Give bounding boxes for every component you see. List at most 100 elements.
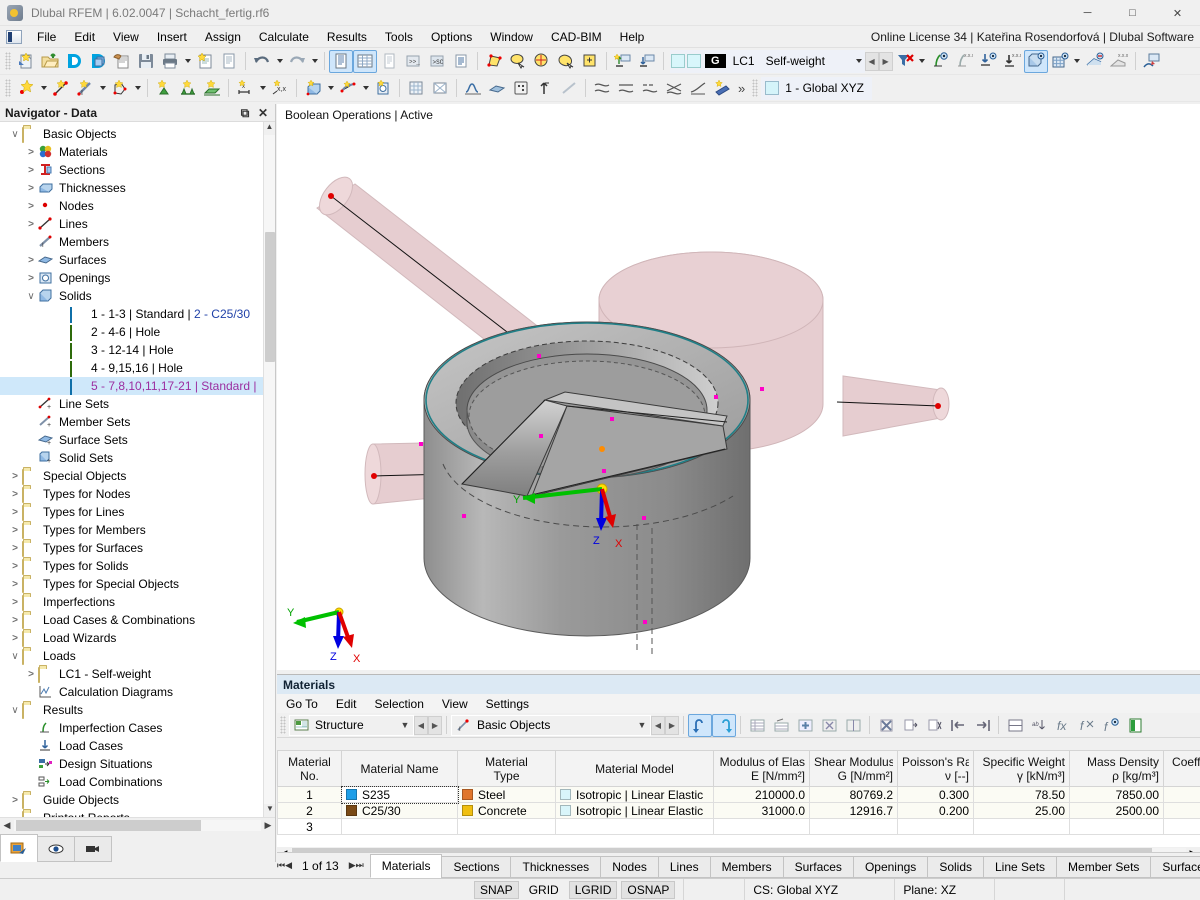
navigator-tab-data[interactable] (0, 834, 38, 862)
tree-twisty-closed-icon[interactable] (24, 273, 38, 284)
objects-stepper[interactable]: ◀ ▶ (651, 715, 679, 735)
navigator-tree[interactable]: Basic Objects Materials Sections Thicknesse… (0, 122, 275, 817)
hscroll-left-arrow[interactable]: ◀ (0, 820, 14, 831)
dimension-icon[interactable]: x (233, 77, 257, 100)
copy-row-icon[interactable] (898, 714, 922, 737)
hide-imperfections-icon[interactable]: x.x.x (952, 50, 976, 73)
coordinate-system-status[interactable]: CS: Global XYZ (745, 878, 896, 900)
delete-row-icon[interactable] (817, 714, 841, 737)
cell-coeff-thermal-expansion[interactable]: 0.000012 (1163, 786, 1200, 803)
load-case-next-button[interactable]: ▶ (878, 51, 893, 71)
undo-dropdown-arrow[interactable] (274, 50, 285, 73)
align-5-icon[interactable] (686, 77, 710, 100)
cell-material-name[interactable]: S235 (340, 785, 459, 804)
function-icon[interactable]: fx (1051, 714, 1075, 737)
tree-twisty-closed-icon[interactable] (8, 561, 22, 572)
save-icon[interactable] (134, 50, 158, 73)
toolbar-grip[interactable] (5, 52, 11, 70)
cut-row-icon[interactable] (922, 714, 946, 737)
materials-table-wrapper[interactable]: Material No. Material Name Material Type (277, 750, 1200, 847)
redo-dropdown-arrow[interactable] (309, 50, 320, 73)
surface-support-icon[interactable] (200, 77, 224, 100)
tree-twisty-open-icon[interactable] (24, 291, 38, 302)
tree-item-load-cases-combinations[interactable]: Load Cases & Combinations (0, 611, 275, 629)
menu-insert[interactable]: Insert (148, 28, 196, 46)
chevron-down-icon[interactable]: ▼ (634, 720, 650, 730)
tree-twisty-closed-icon[interactable] (8, 597, 22, 608)
tree-item-loads[interactable]: Loads (0, 647, 275, 665)
tree-item-types-for-solids[interactable]: Types for Solids (0, 557, 275, 575)
structure-stepper[interactable]: ◀ ▶ (414, 715, 442, 735)
fe-mesh-icon[interactable] (428, 77, 452, 100)
toolbar-overflow-button[interactable]: » (734, 81, 749, 96)
load-case-name[interactable]: Self-weight (762, 54, 854, 68)
tree-twisty-closed-icon[interactable] (8, 489, 22, 500)
results-surface-icon[interactable] (485, 77, 509, 100)
new-solid-icon[interactable] (301, 77, 325, 100)
new-solid-set-icon[interactable] (336, 77, 360, 100)
tree-item-calculation-diagrams[interactable]: Calculation Diagrams (0, 683, 275, 701)
scroll-up-arrow[interactable]: ▲ (264, 122, 275, 135)
maximize-button[interactable]: □ (1110, 0, 1155, 26)
undo-icon[interactable] (250, 50, 274, 73)
model-wizard-icon[interactable] (86, 50, 110, 73)
cell-mass-density[interactable]: 7850.00 (1069, 786, 1164, 803)
excel-export-icon[interactable] (1123, 714, 1147, 737)
row-options-icon[interactable] (841, 714, 865, 737)
tree-item-load-combinations[interactable]: Load Combinations (0, 773, 275, 791)
col-shear-modulus[interactable]: Shear Modulus G [N/mm²] (809, 750, 898, 787)
select-special-icon[interactable] (578, 50, 602, 73)
line-tool-icon[interactable] (557, 77, 581, 100)
list-view-icon[interactable] (449, 50, 473, 73)
snap-toggle-grid[interactable]: GRID (523, 881, 565, 899)
shift-right-icon[interactable] (970, 714, 994, 737)
new-member-dropdown-arrow[interactable] (97, 77, 108, 100)
cell-material-name[interactable] (341, 818, 458, 835)
align-3-icon[interactable] (638, 77, 662, 100)
tree-item-sections[interactable]: Sections (0, 161, 275, 179)
structure-next-button[interactable]: ▶ (428, 715, 442, 735)
coordinate-system-selector[interactable]: 1 - Global XYZ (761, 76, 872, 100)
cell-material-model[interactable] (555, 818, 714, 835)
cell-modulus-of-elasticity[interactable]: 210000.0 (713, 786, 810, 803)
tree-twisty-closed-icon[interactable] (8, 579, 22, 590)
scrollbar-thumb[interactable] (265, 232, 275, 362)
cell-shear-modulus[interactable]: 80769.2 (809, 786, 898, 803)
menu-options[interactable]: Options (422, 28, 481, 46)
render-view-icon[interactable] (509, 77, 533, 100)
cell-material-model[interactable]: Isotropic | Linear Elastic (555, 786, 714, 803)
col-coeff-thermal-expansion[interactable]: Coeff. of Th. Exp. α [1/°C] (1163, 750, 1200, 787)
objects-next-button[interactable]: ▶ (665, 715, 679, 735)
sheet-tab-surface-sets[interactable]: Surface Sets (1150, 855, 1200, 878)
materials-menu-settings[interactable]: Settings (477, 696, 538, 712)
cell-material-no[interactable]: 1 (277, 786, 342, 803)
tree-item-surface-sets[interactable]: + Surface Sets (0, 431, 275, 449)
hide-objects-icon[interactable] (635, 50, 659, 73)
tree-item-surfaces[interactable]: Surfaces (0, 251, 275, 269)
tree-item-2-4-6-hole[interactable]: 2 - 4-6 | Hole (0, 323, 275, 341)
console-icon[interactable]: >>_ (401, 50, 425, 73)
tree-item-lines[interactable]: Lines (0, 215, 275, 233)
col-poissons-ratio[interactable]: Poisson's Ra ν [--] (897, 750, 974, 787)
chevron-down-icon[interactable]: ▼ (397, 720, 413, 730)
3d-model-canvas[interactable]: Y Z X Y Z X (277, 104, 1200, 670)
col-material-type[interactable]: Material Type (457, 750, 556, 787)
menu-tools[interactable]: Tools (376, 28, 422, 46)
model-info-icon[interactable] (110, 50, 134, 73)
tree-item-load-wizards[interactable]: Load Wizards (0, 629, 275, 647)
mesh-refinement-icon[interactable] (404, 77, 428, 100)
objects-combo[interactable]: I Basic Objects ▼ (451, 714, 651, 736)
tree-twisty-closed-icon[interactable] (24, 165, 38, 176)
new-opening-icon[interactable] (371, 77, 395, 100)
show-mesh-icon[interactable] (1048, 50, 1072, 73)
table-row[interactable]: 1 S235 Steel Isotropic | Linear Elastic 2100… (277, 785, 1200, 804)
menu-window[interactable]: Window (481, 28, 542, 46)
show-objects-icon[interactable] (611, 50, 635, 73)
redo-icon[interactable] (285, 50, 309, 73)
cell-material-type[interactable] (457, 818, 556, 835)
tree-twisty-closed-icon[interactable] (8, 507, 22, 518)
tree-item-nodes[interactable]: Nodes (0, 197, 275, 215)
tree-item-member-sets[interactable]: + Member Sets (0, 413, 275, 431)
tree-item-basic-objects[interactable]: Basic Objects (0, 125, 275, 143)
mesh-dropdown-arrow[interactable] (1072, 50, 1083, 73)
